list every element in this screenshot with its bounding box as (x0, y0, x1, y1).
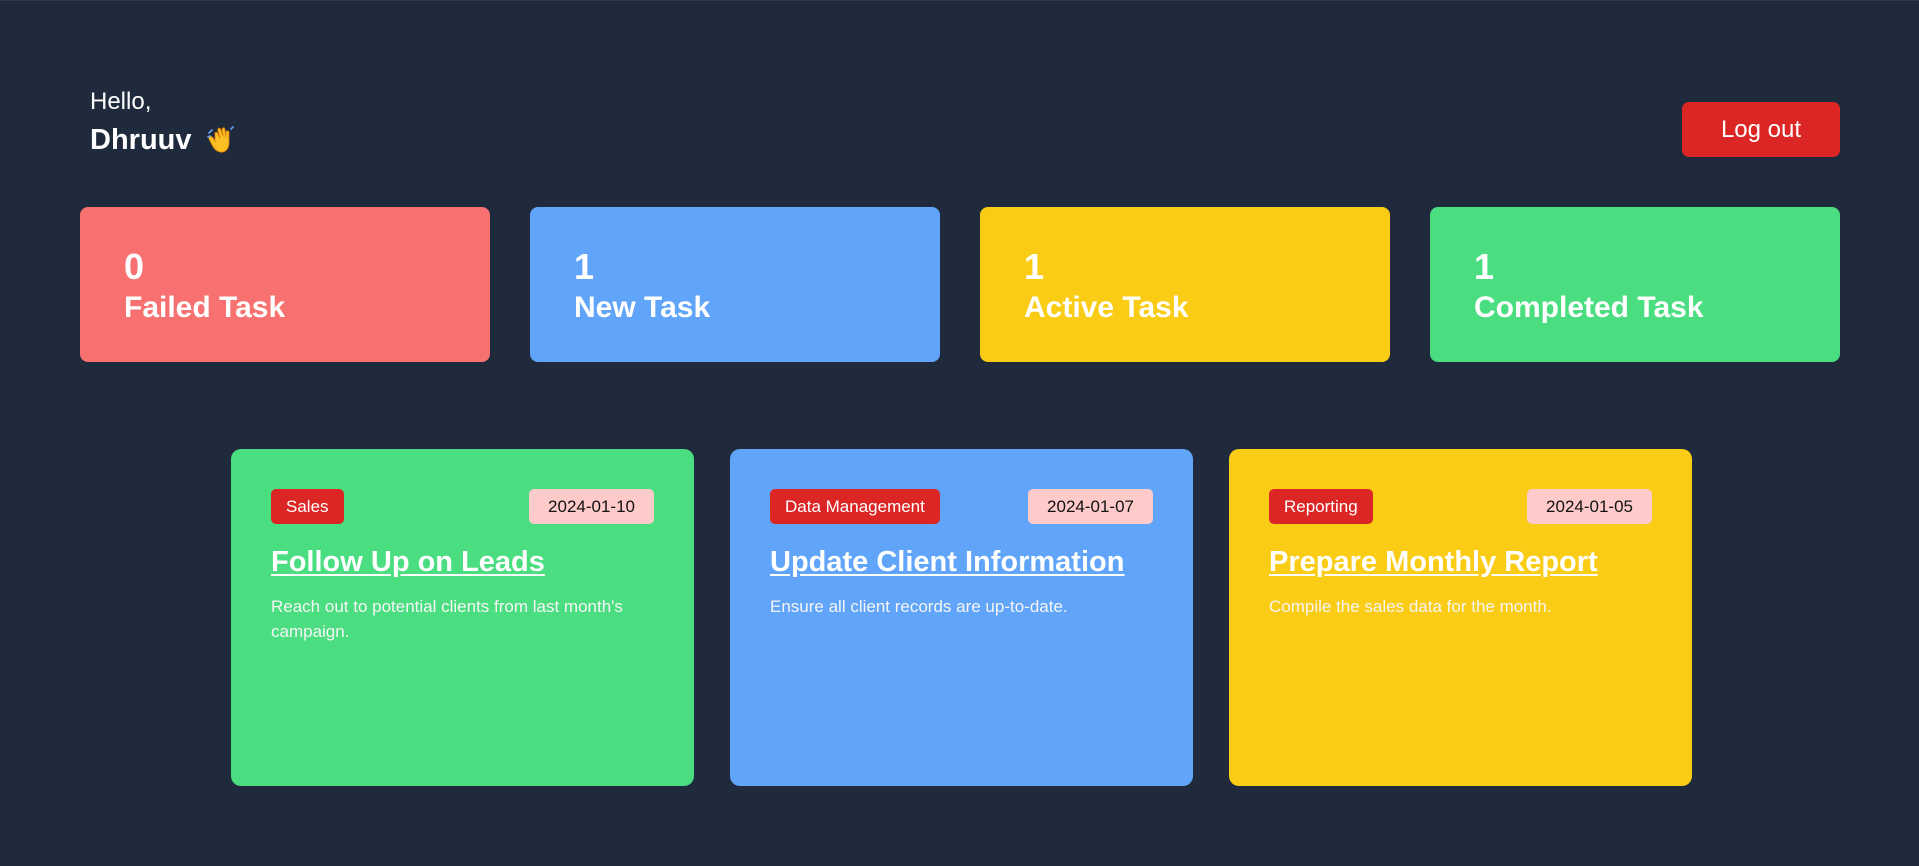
stat-card-new: 1 New Task (530, 207, 940, 362)
stat-card-active: 1 Active Task (980, 207, 1390, 362)
stats-row: 0 Failed Task 1 New Task 1 Active Task 1… (80, 207, 1840, 362)
task-list: Sales 2024-01-10 Follow Up on Leads Reac… (231, 449, 1692, 786)
task-header: Data Management 2024-01-07 (770, 489, 1153, 524)
task-title-link[interactable]: Follow Up on Leads (271, 544, 545, 580)
task-description: Reach out to potential clients from last… (271, 597, 623, 641)
date-badge: 2024-01-10 (529, 489, 654, 524)
category-badge: Data Management (770, 489, 940, 524)
stat-card-completed: 1 Completed Task (1430, 207, 1840, 362)
stat-label: Completed Task (1474, 291, 1704, 324)
task-title-link[interactable]: Prepare Monthly Report (1269, 544, 1598, 580)
username-row: Dhruuv (90, 123, 236, 157)
stat-card-failed: 0 Failed Task (80, 207, 490, 362)
stat-label: New Task (574, 291, 711, 324)
greeting: Hello, Dhruuv (90, 87, 236, 157)
logout-button[interactable]: Log out (1682, 102, 1840, 157)
username: Dhruuv (90, 124, 192, 156)
category-badge: Reporting (1269, 489, 1373, 524)
task-card: Sales 2024-01-10 Follow Up on Leads Reac… (231, 449, 694, 786)
stat-label: Failed Task (124, 291, 286, 324)
stat-count: 1 (1474, 246, 1495, 287)
stat-count: 1 (574, 246, 595, 287)
category-badge: Sales (271, 489, 344, 524)
task-header: Sales 2024-01-10 (271, 489, 654, 524)
waving-hand-icon (206, 125, 236, 155)
date-badge: 2024-01-07 (1028, 489, 1153, 524)
stat-count: 0 (124, 246, 145, 287)
task-description: Ensure all client records are up-to-date… (770, 597, 1068, 616)
date-badge: 2024-01-05 (1527, 489, 1652, 524)
task-card: Reporting 2024-01-05 Prepare Monthly Rep… (1229, 449, 1692, 786)
task-header: Reporting 2024-01-05 (1269, 489, 1652, 524)
task-card: Data Management 2024-01-07 Update Client… (730, 449, 1193, 786)
stat-count: 1 (1024, 246, 1045, 287)
task-title-link[interactable]: Update Client Information (770, 544, 1124, 580)
stat-label: Active Task (1024, 291, 1189, 324)
task-description: Compile the sales data for the month. (1269, 597, 1552, 616)
greeting-text: Hello, (90, 88, 152, 115)
